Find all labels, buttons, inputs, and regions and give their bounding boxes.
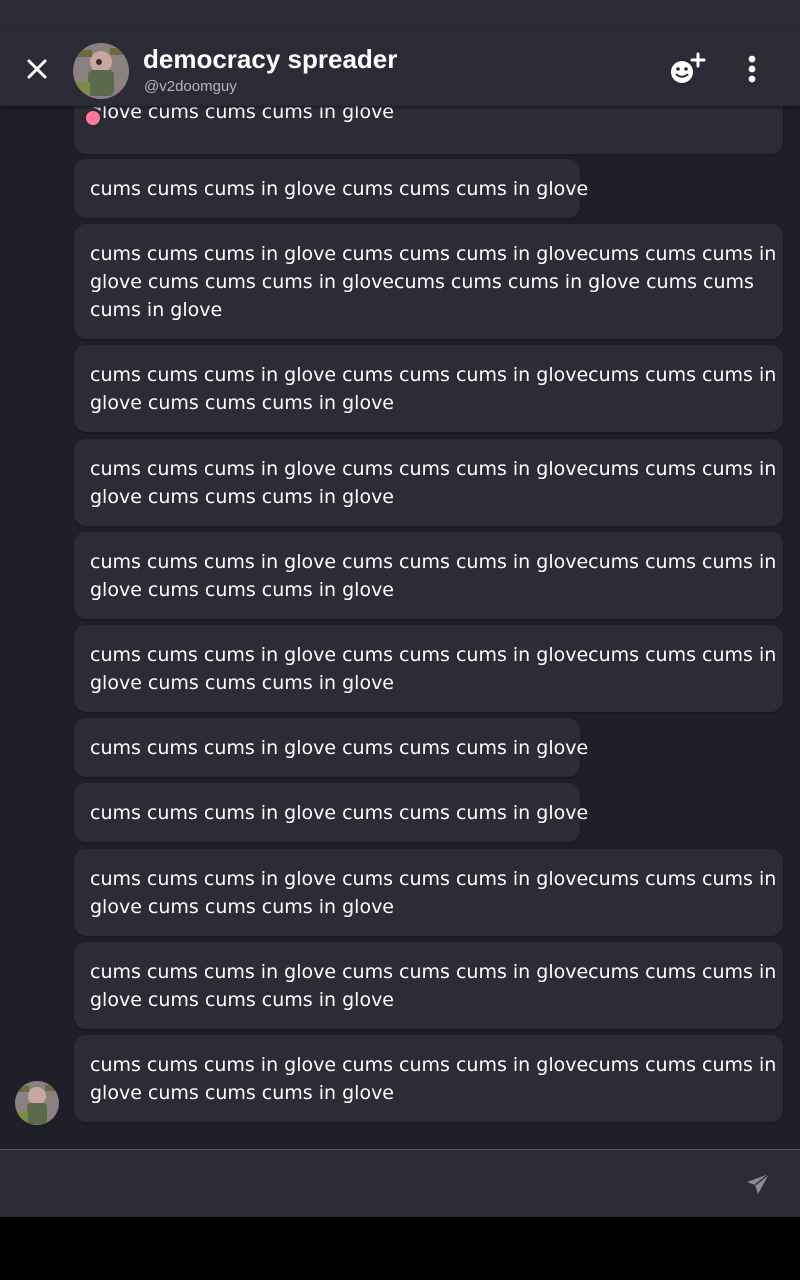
message-bubble[interactable]: cums cums cums in glove cums cums cums i…: [74, 1035, 783, 1122]
chat-header: democracy spreader @v2doomguy: [0, 30, 800, 128]
message-bubble[interactable]: cums cums cums in glove cums cums cums i…: [74, 718, 589, 777]
message-bubble[interactable]: cums cums cums in glove cums cums cums i…: [74, 849, 783, 936]
message-bubble[interactable]: cums cums cums in glove cums cums cums i…: [74, 942, 783, 1029]
message-line: glove cums cums cums in glove: [90, 672, 394, 694]
message-line: cums cums cums in glove cums cums cums i…: [90, 644, 777, 666]
close-button[interactable]: [14, 46, 60, 92]
send-icon: [747, 1173, 770, 1194]
message-bubble[interactable]: cums cums cums in glove cums cums cums i…: [74, 345, 783, 432]
message-list[interactable]: glove cums cums cums in glove cums cums …: [0, 106, 800, 1149]
chat-handle: @v2doomguy: [144, 78, 237, 95]
message-line: cums cums cums in glove cums cums cums i…: [90, 364, 777, 386]
message-line: glove cums cums cums in glove: [90, 896, 394, 918]
message-bubble[interactable]: cums cums cums in glove cums cums cums i…: [74, 224, 783, 339]
add-friend-icon: [671, 52, 706, 83]
online-status-dot: [83, 108, 103, 128]
message-line: glove cums cums cums in glove: [90, 486, 394, 508]
message-line: cums cums cums in glove cums cums cums i…: [90, 802, 589, 824]
more-vertical-icon: [748, 55, 756, 83]
close-icon: [27, 59, 47, 79]
chat-title: democracy spreader: [143, 44, 398, 74]
message-line: cums in glove: [90, 299, 223, 321]
system-nav-bar: [0, 1217, 800, 1280]
message-line: cums cums cums in glove cums cums cums i…: [90, 551, 777, 573]
message-bubble[interactable]: cums cums cums in glove cums cums cums i…: [74, 159, 589, 218]
sender-avatar[interactable]: [14, 1080, 60, 1126]
message-line: cums cums cums in glove cums cums cums i…: [90, 737, 589, 759]
message-line: cums cums cums in glove cums cums cums i…: [90, 178, 589, 200]
message-line: glove cums cums cums in glove: [90, 392, 394, 414]
avatar[interactable]: [72, 42, 129, 99]
message-composer: [0, 1149, 800, 1218]
send-button[interactable]: [736, 1164, 780, 1204]
message-bubble[interactable]: cums cums cums in glove cums cums cums i…: [74, 783, 589, 842]
message-bubble[interactable]: cums cums cums in glove cums cums cums i…: [74, 625, 783, 712]
message-line: cums cums cums in glove cums cums cums i…: [90, 458, 777, 480]
message-line: cums cums cums in glove cums cums cums i…: [90, 243, 777, 265]
message-line: cums cums cums in glove cums cums cums i…: [90, 1054, 777, 1076]
message-line: cums cums cums in glove cums cums cums i…: [90, 961, 777, 983]
message-input[interactable]: [0, 1150, 720, 1218]
status-bar: [0, 0, 800, 30]
message-bubble[interactable]: cums cums cums in glove cums cums cums i…: [74, 532, 783, 619]
add-friend-button[interactable]: [664, 48, 712, 92]
more-options-button[interactable]: [730, 48, 774, 92]
message-bubble[interactable]: cums cums cums in glove cums cums cums i…: [74, 439, 783, 526]
message-line: glove cums cums cums in glove: [90, 1082, 394, 1104]
message-line: cums cums cums in glove cums cums cums i…: [90, 868, 777, 890]
message-line: glove cums cums cums in glovecums cums c…: [90, 271, 754, 293]
message-line: glove cums cums cums in glove: [90, 106, 394, 123]
message-line: glove cums cums cums in glove: [90, 989, 394, 1011]
message-line: glove cums cums cums in glove: [90, 579, 394, 601]
message-bubble[interactable]: glove cums cums cums in glove: [74, 106, 783, 154]
